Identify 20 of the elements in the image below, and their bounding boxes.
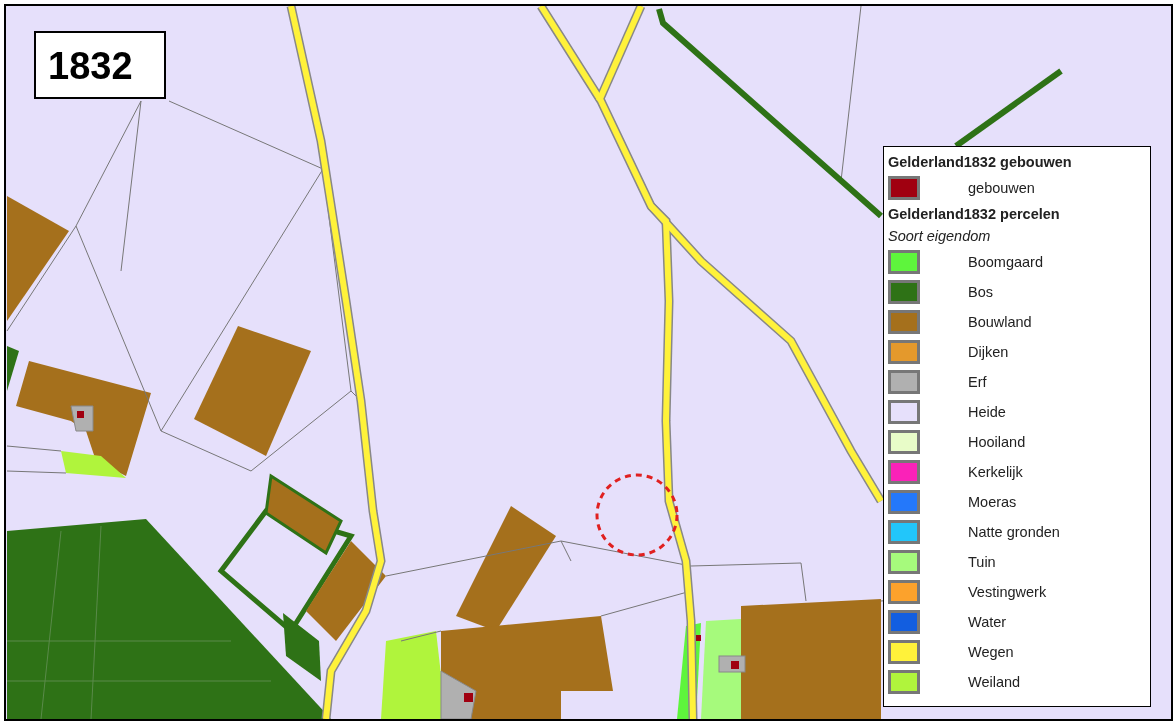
- legend-label: Heide: [968, 404, 1006, 420]
- legend-label: Wegen: [968, 644, 1014, 660]
- legend-title: Gelderland1832 gebouwen: [888, 153, 1073, 172]
- legend-subtitle: Soort eigendom: [888, 227, 992, 246]
- legend-label: Vestingwerk: [968, 584, 1047, 600]
- legend-label: Erf: [968, 374, 987, 390]
- legend-label: Moeras: [968, 494, 1017, 510]
- legend-label: Bouwland: [968, 314, 1032, 330]
- legend-label: Tuin: [968, 554, 996, 570]
- year-label: 1832: [34, 31, 166, 99]
- legend-label: Natte gronden: [968, 524, 1060, 540]
- legend-label: gebouwen: [968, 180, 1035, 196]
- legend-title: Gelderland1832 percelen: [888, 205, 1061, 224]
- legend-label: Bos: [968, 284, 993, 300]
- legend-label: Water: [968, 614, 1007, 630]
- legend-label: Hooiland: [968, 434, 1026, 450]
- legend-label: Kerkelijk: [968, 464, 1023, 480]
- legend-label: Dijken: [968, 344, 1009, 360]
- legend-label: Weiland: [968, 674, 1021, 690]
- legend-label: Boomgaard: [968, 254, 1043, 270]
